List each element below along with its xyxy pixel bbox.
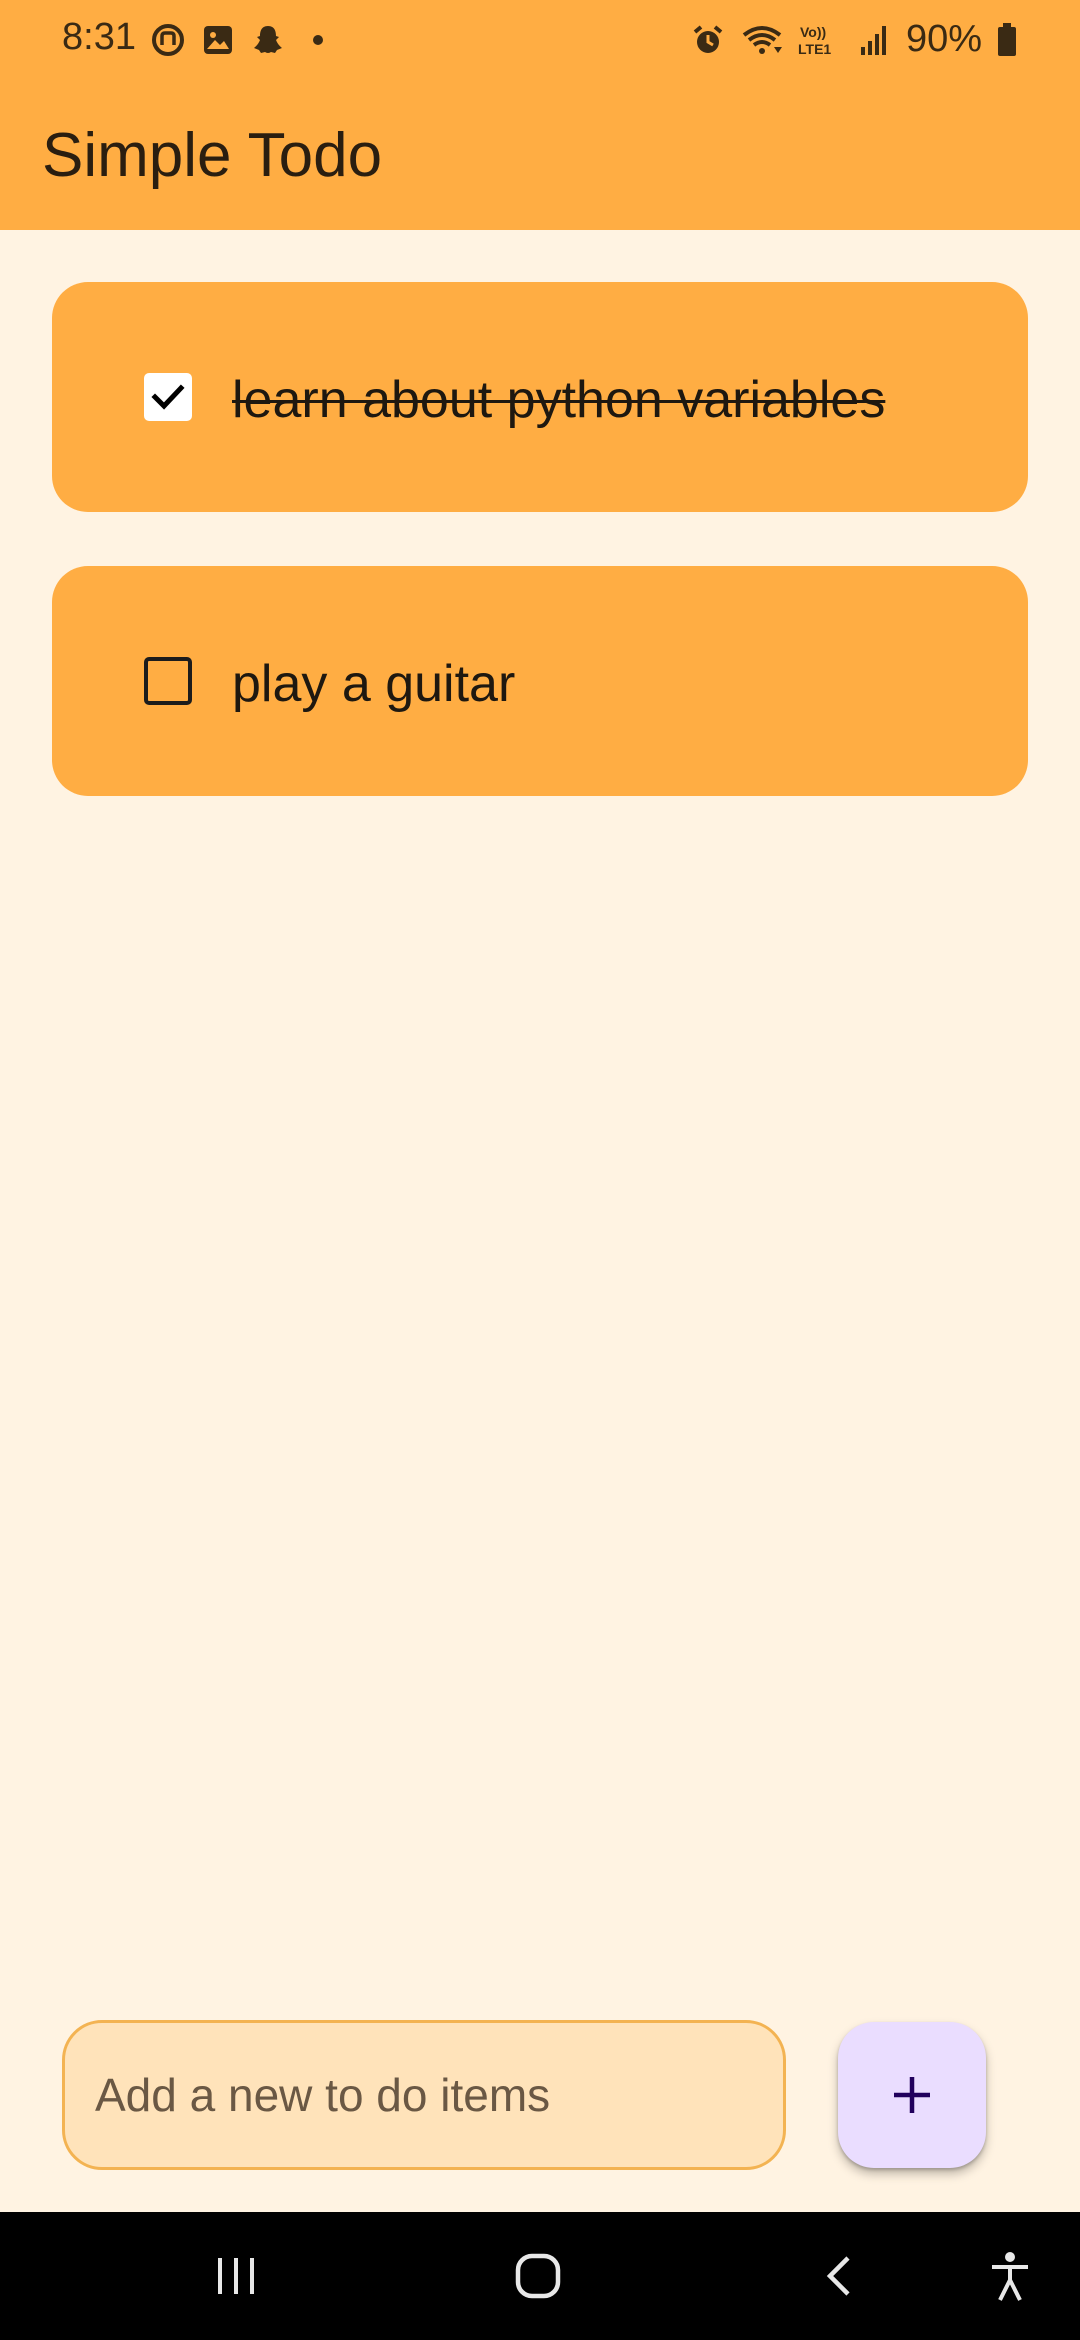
todo-checkbox-unchecked[interactable] xyxy=(144,657,192,705)
todo-item[interactable]: learn about python variables xyxy=(52,282,1028,512)
signal-icon xyxy=(856,22,892,58)
accessibility-icon[interactable] xyxy=(950,2212,1070,2340)
status-icons-right: Vo)) LTE1 90% xyxy=(690,18,1018,61)
svg-text:LTE1: LTE1 xyxy=(798,41,831,57)
app-title: Simple Todo xyxy=(42,121,383,190)
screen: 8:31 Vo)) LTE1 90% Simple Todo learn abo… xyxy=(0,0,1080,2340)
status-time: 8:31 xyxy=(62,16,136,58)
snapchat-icon xyxy=(250,22,286,58)
back-icon[interactable] xyxy=(780,2212,900,2340)
todo-list: learn about python variables play a guit… xyxy=(52,282,1028,850)
checkmark-icon xyxy=(151,384,185,410)
alarm-icon xyxy=(690,22,726,58)
new-item-input[interactable] xyxy=(62,2020,786,2170)
status-bar: 8:31 Vo)) LTE1 90% xyxy=(0,0,1080,80)
svg-text:Vo)): Vo)) xyxy=(800,24,826,40)
dot-icon xyxy=(300,22,336,58)
app-bar: Simple Todo xyxy=(0,80,1080,230)
battery-percent: 90% xyxy=(905,18,982,60)
status-icons-left xyxy=(150,22,336,58)
wifi-icon xyxy=(740,22,784,58)
todo-label: learn about python variables xyxy=(232,371,886,429)
navigation-bar xyxy=(0,2212,1080,2340)
todo-label: play a guitar xyxy=(232,655,516,713)
home-icon[interactable] xyxy=(478,2212,598,2340)
gallery-icon xyxy=(200,22,236,58)
battery-icon xyxy=(996,22,1018,58)
add-item-button[interactable] xyxy=(838,2022,986,2168)
recents-icon[interactable] xyxy=(176,2212,296,2340)
todo-checkbox-checked[interactable] xyxy=(144,373,192,421)
todo-item[interactable]: play a guitar xyxy=(52,566,1028,796)
sync-icon xyxy=(150,22,186,58)
plus-icon xyxy=(894,2077,930,2113)
volte-icon: Vo)) LTE1 xyxy=(798,22,842,58)
